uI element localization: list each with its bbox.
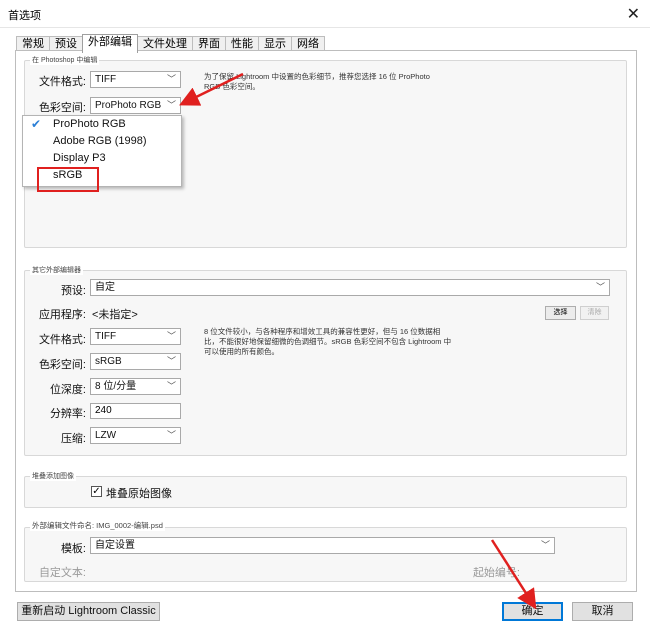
preset-label: 预设: [60, 285, 86, 297]
start-number-label: 起始编号: [472, 567, 520, 579]
template-label: 模板: [60, 543, 86, 555]
stack-original-checkbox[interactable]: ✓ [91, 486, 102, 497]
compression-label: 压缩: [60, 433, 86, 445]
other-editor-group-title: 其它外部编辑器 [30, 265, 83, 275]
title-bar: 首选项 ✕ [0, 0, 650, 28]
chevron-down-icon: ﹀ [166, 100, 176, 110]
naming-group-title: 外部编辑文件命名: IMG_0002-编辑.psd [30, 520, 165, 531]
choose-button[interactable]: 选择 [545, 306, 576, 320]
bit-depth-select[interactable]: 8 位/分量 ﹀ [90, 378, 181, 395]
chevron-down-icon: ﹀ [166, 356, 176, 366]
close-icon[interactable]: ✕ [627, 4, 640, 24]
ps-help-line-2: RGB 色彩空间。 [204, 82, 260, 91]
stack-group-title: 堆叠添加图像 [30, 471, 76, 481]
window-title: 首选项 [8, 10, 41, 22]
annotation-highlight-box [37, 167, 99, 192]
dropdown-option-adobe-rgb[interactable]: Adobe RGB (1998) [23, 133, 181, 150]
photoshop-group-title: 在 Photoshop 中编辑 [30, 55, 100, 65]
bit-depth-label: 位深度: [49, 384, 86, 396]
other-file-format-select[interactable]: TIFF ﹀ [90, 328, 181, 345]
compression-select[interactable]: LZW ﹀ [90, 427, 181, 444]
resolution-input[interactable]: 240 [90, 403, 181, 419]
cancel-button[interactable]: 取消 [572, 602, 633, 621]
ps-file-format-select[interactable]: TIFF ﹀ [90, 71, 181, 88]
dropdown-option-label: ProPhoto RGB [53, 118, 126, 130]
other-color-space-label: 色彩空间: [38, 359, 86, 371]
preset-value: 自定 [95, 282, 115, 293]
preset-select[interactable]: 自定 ﹀ [90, 279, 610, 296]
ps-file-format-value: TIFF [95, 74, 117, 85]
chevron-down-icon: ﹀ [540, 540, 550, 550]
ps-file-format-label: 文件格式: [38, 76, 86, 88]
bit-depth-value: 8 位/分量 [95, 381, 137, 392]
template-value: 自定设置 [95, 540, 135, 551]
template-select[interactable]: 自定设置 ﹀ [90, 537, 555, 554]
chevron-down-icon: ﹀ [166, 381, 176, 391]
dropdown-option-display-p3[interactable]: Display P3 [23, 150, 181, 167]
stack-original-label: 堆叠原始图像 [106, 488, 172, 500]
chevron-down-icon: ﹀ [166, 331, 176, 341]
other-help-line-3: 可以使用的所有颜色。 [204, 347, 279, 356]
other-file-format-value: TIFF [95, 331, 117, 342]
restart-lightroom-button[interactable]: 重新启动 Lightroom Classic [17, 602, 160, 621]
other-help-line-1: 8 位文件较小，与各种程序和增效工具的兼容性更好，但与 16 位数据相 [204, 327, 441, 336]
other-help-line-2: 比，不能很好地保留细微的色调细节。sRGB 色彩空间不包含 Lightroom … [204, 337, 452, 346]
other-help-text: 8 位文件较小，与各种程序和增效工具的兼容性更好，但与 16 位数据相 比，不能… [204, 327, 504, 357]
ps-help-text: 为了保留 Lightroom 中设置的色彩细节，推荐您选择 16 位 ProPh… [204, 72, 464, 92]
ps-help-line-1: 为了保留 Lightroom 中设置的色彩细节，推荐您选择 16 位 ProPh… [204, 72, 430, 81]
compression-value: LZW [95, 430, 117, 441]
other-color-space-select[interactable]: sRGB ﹀ [90, 353, 181, 370]
custom-text-label: 自定文本: [38, 567, 86, 579]
ok-button[interactable]: 确定 [502, 602, 563, 621]
other-file-format-label: 文件格式: [38, 334, 86, 346]
other-color-space-value: sRGB [95, 356, 122, 367]
ps-color-space-select[interactable]: ProPhoto RGB ﹀ [90, 97, 181, 114]
clear-button[interactable]: 清除 [580, 306, 609, 320]
chevron-down-icon: ﹀ [166, 74, 176, 84]
tab-bar: 常规 预设 外部编辑 文件处理 界面 性能 显示 网络 [16, 34, 325, 53]
chevron-down-icon: ﹀ [595, 282, 605, 292]
ps-color-space-value: ProPhoto RGB [95, 100, 162, 111]
checkmark-icon: ✔ [31, 117, 42, 131]
naming-group [24, 527, 627, 582]
chevron-down-icon: ﹀ [166, 430, 176, 440]
application-label: 应用程序: [38, 309, 86, 321]
resolution-label: 分辨率: [49, 408, 86, 420]
dropdown-option-prophoto[interactable]: ✔ ProPhoto RGB [23, 116, 181, 133]
tab-external-editing[interactable]: 外部编辑 [82, 34, 138, 53]
application-value: <未指定> [92, 309, 138, 321]
ps-color-space-label: 色彩空间: [38, 102, 86, 114]
